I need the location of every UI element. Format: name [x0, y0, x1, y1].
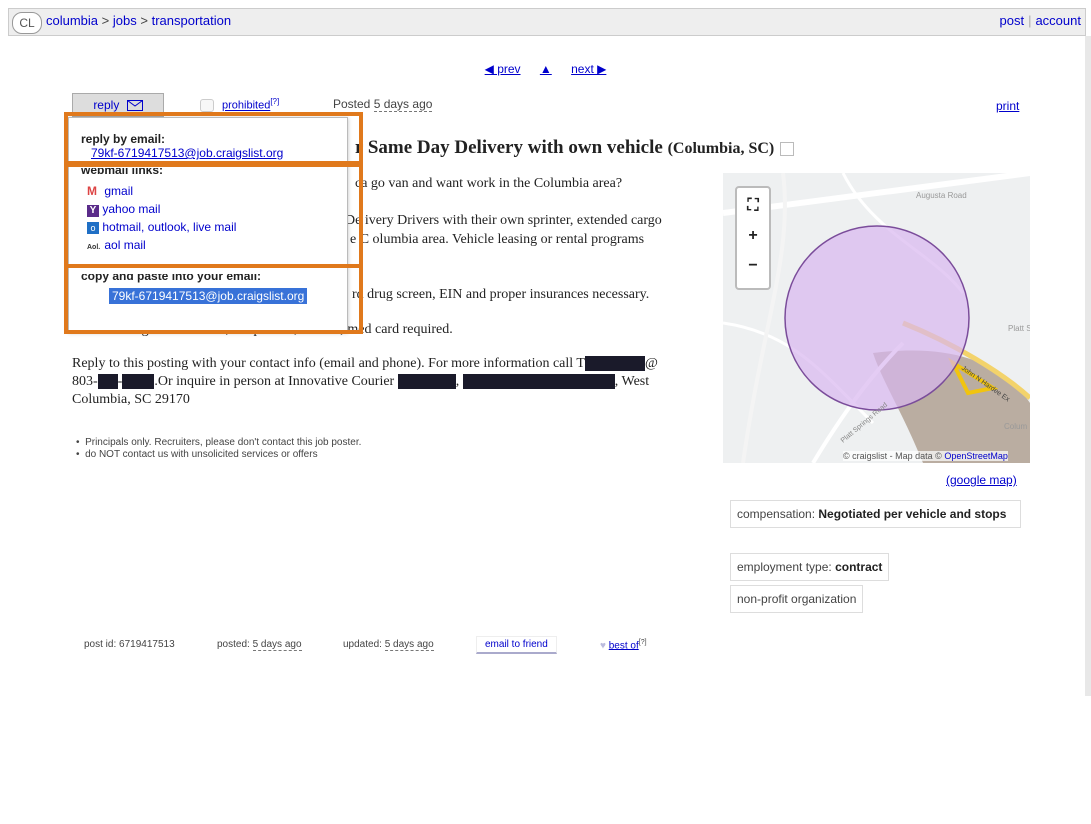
header-links: post | account	[999, 13, 1081, 28]
redacted-block	[97, 374, 118, 390]
list-item: • do NOT contact us with unsolicited ser…	[76, 449, 318, 460]
redacted-block	[462, 374, 615, 390]
comma: ,	[455, 374, 460, 389]
body-paragraph: rd drug screen, EIN and proper insurance…	[352, 287, 650, 302]
prohibited-help[interactable]: [?]	[270, 97, 279, 106]
best-of-link[interactable]: ♥ best of[?]	[600, 639, 647, 651]
body-paragraph: De ivery Drivers with their own sprinter…	[345, 213, 662, 228]
posted-date: Posted 5 days ago	[333, 97, 433, 112]
posted-value: 5 days ago	[373, 97, 433, 112]
zoom-in-icon[interactable]: +	[741, 224, 765, 248]
page-title: r Same Day Delivery with own vehicle (Co…	[355, 137, 795, 159]
next-link[interactable]: next ▶	[571, 62, 606, 76]
breadcrumb-transportation[interactable]: transportation	[152, 13, 232, 28]
highlight-webmail	[64, 161, 363, 268]
prohibited-flag[interactable]: prohibited[?]	[200, 97, 279, 113]
up-link[interactable]: ▲	[540, 62, 552, 76]
svg-text:Colum Metro: Colum Metro	[1004, 422, 1030, 431]
fullscreen-icon[interactable]: ⛶	[741, 194, 765, 218]
craigslist-logo[interactable]: CL	[12, 12, 42, 34]
osm-link[interactable]: OpenStreetMap	[944, 451, 1008, 461]
breadcrumb-columbia[interactable]: columbia	[46, 13, 98, 28]
map-controls: ⛶ + −	[735, 186, 771, 290]
highlight-reply-email	[64, 112, 363, 167]
svg-text:Platt Sp: Platt Sp	[1008, 324, 1030, 333]
divider: |	[1028, 13, 1032, 28]
zoom-out-icon[interactable]: −	[741, 254, 765, 278]
scrollbar[interactable]	[1085, 36, 1091, 696]
favorite-star-icon[interactable]	[780, 141, 795, 156]
list-item: • Principals only. Recruiters, please do…	[76, 437, 362, 448]
map-attribution: © craigslist - Map data © OpenStreetMap	[843, 451, 1008, 461]
footer-posted: posted: 5 days ago	[217, 639, 302, 651]
body-paragraph: e C olumbia area. Vehicle leasing or ren…	[350, 232, 645, 247]
courier-line: .Or inquire in person at Innovative Cour…	[154, 374, 395, 389]
nonprofit-attr: non-profit organization	[730, 585, 864, 613]
breadcrumb-separator: >	[101, 13, 110, 28]
body-paragraph-contact: 803- - .Or inquire in person at Innovative…	[72, 374, 649, 390]
redacted-block	[584, 356, 645, 372]
employment-type-attr: employment type: contract	[730, 553, 890, 581]
breadcrumb: columbia > jobs > transportation	[46, 13, 231, 28]
address-end: , West	[614, 374, 650, 389]
posting-location: (Columbia, SC)	[667, 140, 775, 157]
account-link[interactable]: account	[1035, 13, 1081, 28]
redacted-block	[397, 374, 456, 390]
reply-label: reply	[93, 98, 120, 112]
body-paragraph: ca go van and want work in the Columbia …	[355, 176, 623, 191]
posted-prefix: Posted	[333, 97, 371, 111]
svg-text:Augusta Road: Augusta Road	[916, 191, 967, 200]
phone-prefix: 803-	[72, 374, 98, 389]
contact-line: Reply to this posting with your contact …	[72, 356, 585, 371]
heart-icon: ♥	[600, 640, 606, 652]
breadcrumb-jobs[interactable]: jobs	[113, 13, 137, 28]
flag-icon	[200, 99, 214, 113]
body-paragraph: Columbia, SC 29170	[72, 392, 190, 407]
google-map-link[interactable]: (google map)	[946, 473, 1017, 487]
notice-list: • Principals only. Recruiters, please do…	[76, 437, 361, 461]
posting-nav: ◀ prev ▲ next ▶	[0, 62, 1091, 76]
posting-title: r Same Day Delivery with own vehicle	[355, 137, 663, 158]
envelope-icon	[126, 100, 143, 112]
compensation-attr: compensation: Negotiated per vehicle and…	[730, 500, 1021, 528]
footer-updated: updated: 5 days ago	[343, 639, 434, 651]
prev-link[interactable]: ◀ prev	[485, 62, 521, 76]
post-id: post id: 6719417513	[84, 639, 175, 650]
redacted-block	[122, 374, 155, 390]
print-link[interactable]: print	[996, 99, 1019, 113]
email-to-friend-button[interactable]: email to friend	[476, 636, 557, 654]
prohibited-label: prohibited	[222, 99, 271, 112]
body-paragraph-contact: Reply to this posting with your contact …	[72, 356, 658, 372]
highlight-copy-email	[64, 264, 363, 334]
breadcrumb-separator: >	[140, 13, 148, 28]
post-link[interactable]: post	[999, 13, 1024, 28]
contact-at: @	[644, 356, 658, 371]
